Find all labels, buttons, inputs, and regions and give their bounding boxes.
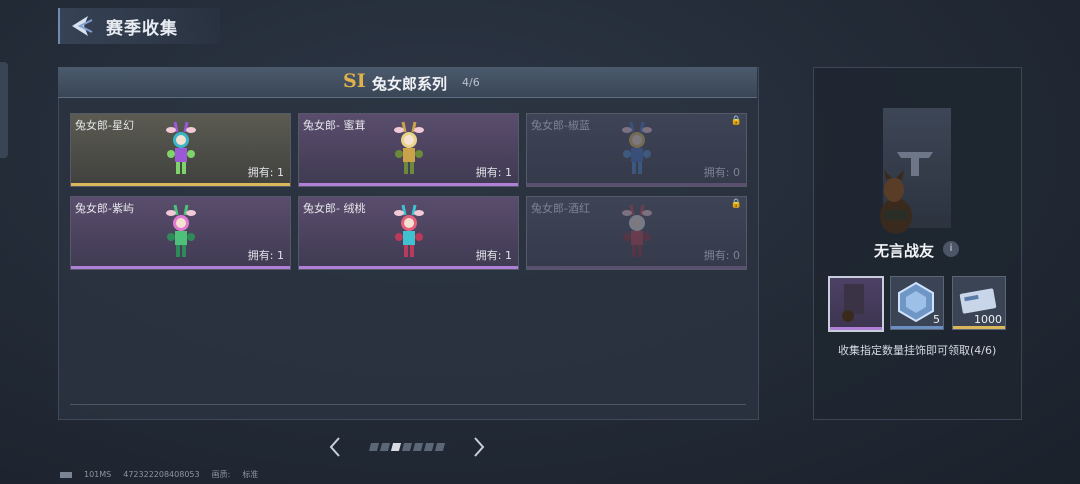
lock-icon: 🔒 (730, 199, 742, 209)
info-icon[interactable]: i (943, 241, 959, 257)
side-tab-handle[interactable] (0, 62, 8, 158)
quality-value: 标准 (242, 470, 259, 479)
reward-slot-crate[interactable]: 5 (890, 276, 944, 330)
back-button[interactable] (62, 10, 100, 42)
rarity-bar (891, 326, 943, 329)
uid-label: 472322208408053 (123, 470, 200, 479)
page-title: 赛季收集 (106, 19, 178, 39)
quality-label: 画质: (211, 470, 231, 479)
chevron-left-icon (329, 437, 340, 457)
bunny-pendant-icon (166, 204, 196, 257)
claim-condition: 收集指定数量挂饰即可领取(4/6) (838, 344, 997, 357)
page-dot[interactable] (434, 443, 446, 451)
chevron-right-icon (474, 437, 485, 457)
rarity-bar (953, 326, 1005, 329)
reward-name: 无言战友 (874, 242, 935, 260)
collection-item-card[interactable]: 兔女郎-星幻拥有: 1 (70, 113, 291, 187)
rarity-bar (830, 327, 882, 330)
rarity-bar (71, 183, 290, 186)
season-icon: SI (343, 70, 366, 92)
owned-count: 拥有: 1 (247, 166, 284, 179)
rarity-bar (527, 183, 746, 186)
item-name: 兔女郎-酒红 (531, 202, 590, 215)
rarity-bar (527, 266, 746, 269)
panel-divider (70, 404, 746, 405)
battery-icon (60, 471, 72, 478)
reward-qty: 5 (933, 313, 940, 326)
next-page-button[interactable] (472, 436, 486, 464)
collection-item-card[interactable]: 兔女郎-紫屿拥有: 1 (70, 196, 291, 270)
collection-item-card[interactable]: 兔女郎-酒红 🔒 拥有: 0 (526, 196, 747, 270)
rarity-bar (71, 266, 290, 269)
owned-count: 拥有: 1 (475, 166, 512, 179)
item-name: 兔女郎-紫屿 (75, 202, 134, 215)
dog-pendant-icon (842, 284, 864, 322)
item-name: 兔女郎- 绒桃 (303, 202, 366, 215)
collection-item-card[interactable]: 兔女郎-椒蓝 🔒 拥有: 0 (526, 113, 747, 187)
dog-pendant-icon (880, 170, 912, 234)
bunny-pendant-icon (394, 121, 424, 174)
lock-icon: 🔒 (730, 116, 742, 126)
bunny-pendant-icon (622, 121, 652, 174)
page-dot[interactable] (423, 443, 435, 451)
rarity-bar (299, 183, 518, 186)
owned-count: 拥有: 1 (475, 249, 512, 262)
server-label: 101MS (84, 470, 112, 479)
reward-slot-coupon[interactable]: 1000 (952, 276, 1006, 330)
owned-count: 拥有: 0 (703, 166, 740, 179)
page-dot[interactable] (412, 443, 424, 451)
page-dot[interactable] (379, 443, 391, 451)
owned-count: 拥有: 1 (247, 249, 284, 262)
page-indicator (368, 443, 446, 451)
page-dot[interactable] (368, 443, 380, 451)
collection-item-card[interactable]: 兔女郎- 蜜茸拥有: 1 (298, 113, 519, 187)
series-progress: 4/6 (462, 76, 480, 89)
bunny-pendant-icon (166, 121, 196, 174)
back-arrow-icon (72, 16, 93, 36)
reward-qty: 1000 (974, 313, 1002, 326)
reward-slot-pendant[interactable] (828, 276, 884, 332)
series-title: 兔女郎系列 (372, 75, 448, 93)
bunny-pendant-icon (622, 204, 652, 257)
item-name: 兔女郎-星幻 (75, 119, 134, 132)
item-name: 兔女郎- 蜜茸 (303, 119, 366, 132)
item-name: 兔女郎-椒蓝 (531, 119, 590, 132)
owned-count: 拥有: 0 (703, 249, 740, 262)
page-dot[interactable] (390, 443, 402, 451)
bunny-pendant-icon (394, 204, 424, 257)
collection-item-card[interactable]: 兔女郎- 绒桃拥有: 1 (298, 196, 519, 270)
rarity-bar (299, 266, 518, 269)
page-dot[interactable] (401, 443, 413, 451)
footer-info: 101MS 472322208408053 画质: 标准 (60, 469, 258, 480)
prev-page-button[interactable] (328, 436, 342, 464)
